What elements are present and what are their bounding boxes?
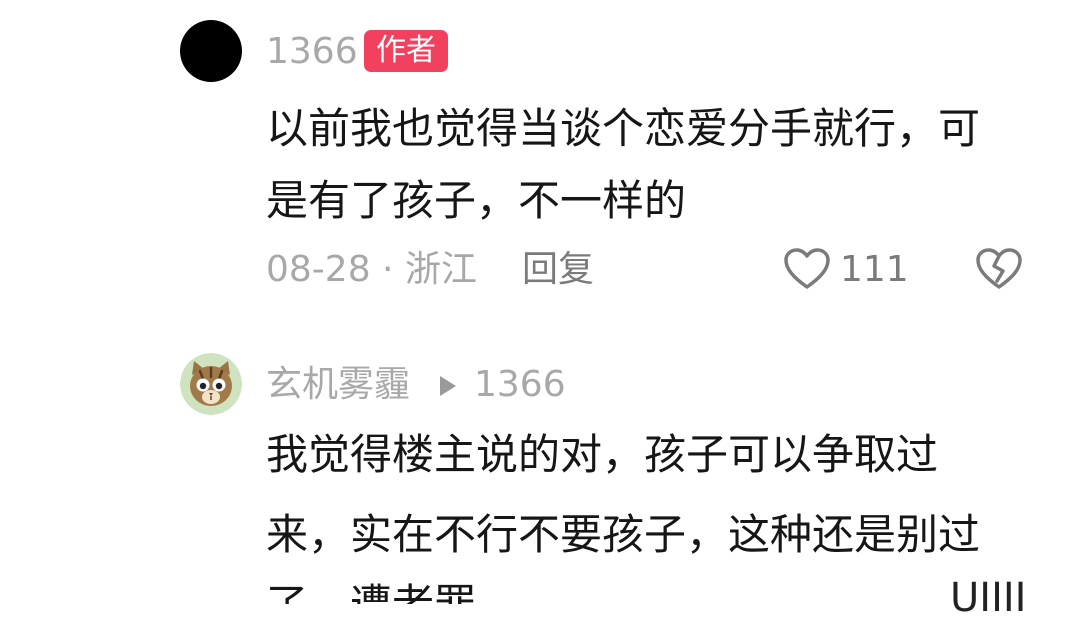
reply-button[interactable]: 回复 (522, 252, 594, 288)
comment-text-line: 是有了孩子，不一样的 (266, 176, 687, 225)
heart-outline-icon[interactable] (783, 247, 831, 291)
reply-username[interactable]: 玄机雾霾 (266, 367, 410, 403)
reply-text-line: 来，实在不行不要孩子，这种还是别过 (266, 510, 981, 559)
reply-to-username[interactable]: 1366 (474, 367, 566, 403)
comment-text-line: 以前我也觉得当谈个恋爱分手就行，可 (266, 104, 981, 153)
comment-thread: 1366 作者 以前我也觉得当谈个恋爱分手就行，可 是有了孩子，不一样的 08-… (0, 0, 1080, 604)
comment-date-location: 08-28 · 浙江 (266, 249, 477, 290)
author-avatar[interactable] (180, 20, 242, 82)
reply-text-line: 了，遭老罪 (266, 584, 476, 605)
comment-username[interactable]: 1366 (266, 34, 358, 70)
reply-arrow-icon (440, 376, 456, 396)
reply-text-line: 我觉得楼主说的对，孩子可以争取过 (266, 430, 939, 479)
broken-heart-icon[interactable] (975, 247, 1023, 291)
cat-face-avatar[interactable] (180, 353, 242, 415)
author-badge: 作者 (364, 30, 448, 72)
watermark-logo: UIIII (950, 575, 1027, 621)
like-count: 111 (840, 249, 909, 290)
